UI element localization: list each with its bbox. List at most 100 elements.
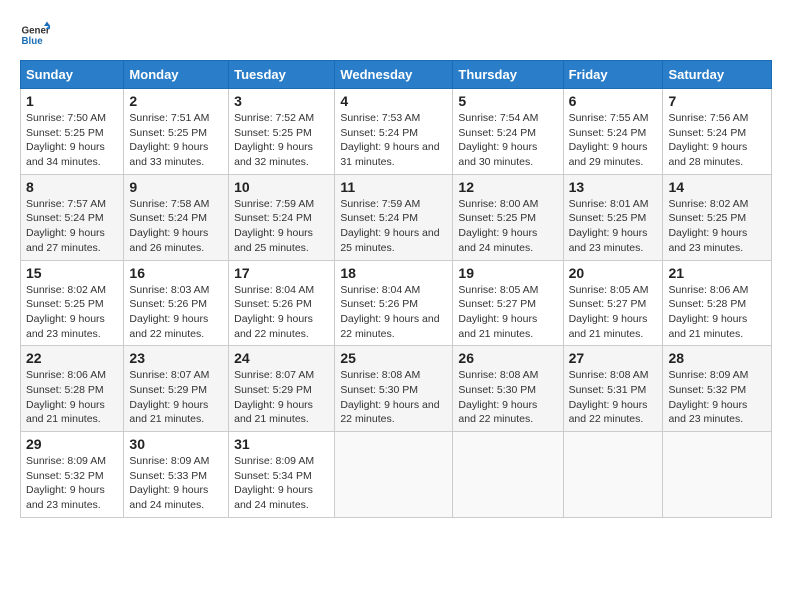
day-info: Sunrise: 8:07 AMSunset: 5:29 PMDaylight:… bbox=[129, 368, 223, 427]
calendar-cell: 13 Sunrise: 8:01 AMSunset: 5:25 PMDaylig… bbox=[563, 174, 663, 260]
page-header: General Blue bbox=[20, 20, 772, 50]
calendar-cell: 28 Sunrise: 8:09 AMSunset: 5:32 PMDaylig… bbox=[663, 346, 772, 432]
day-info: Sunrise: 8:09 AMSunset: 5:33 PMDaylight:… bbox=[129, 454, 223, 513]
day-number: 27 bbox=[569, 350, 658, 366]
calendar-week-row: 15 Sunrise: 8:02 AMSunset: 5:25 PMDaylig… bbox=[21, 260, 772, 346]
day-number: 16 bbox=[129, 265, 223, 281]
day-number: 24 bbox=[234, 350, 329, 366]
day-info: Sunrise: 7:56 AMSunset: 5:24 PMDaylight:… bbox=[668, 111, 766, 170]
day-info: Sunrise: 8:05 AMSunset: 5:27 PMDaylight:… bbox=[569, 283, 658, 342]
calendar-cell: 5 Sunrise: 7:54 AMSunset: 5:24 PMDayligh… bbox=[453, 89, 563, 175]
calendar-cell: 12 Sunrise: 8:00 AMSunset: 5:25 PMDaylig… bbox=[453, 174, 563, 260]
day-number: 12 bbox=[458, 179, 557, 195]
day-number: 29 bbox=[26, 436, 118, 452]
svg-text:General: General bbox=[22, 26, 51, 37]
calendar-week-row: 1 Sunrise: 7:50 AMSunset: 5:25 PMDayligh… bbox=[21, 89, 772, 175]
day-info: Sunrise: 7:58 AMSunset: 5:24 PMDaylight:… bbox=[129, 197, 223, 256]
calendar-cell: 10 Sunrise: 7:59 AMSunset: 5:24 PMDaylig… bbox=[229, 174, 335, 260]
day-number: 11 bbox=[340, 179, 447, 195]
calendar-cell: 6 Sunrise: 7:55 AMSunset: 5:24 PMDayligh… bbox=[563, 89, 663, 175]
day-number: 30 bbox=[129, 436, 223, 452]
day-info: Sunrise: 7:54 AMSunset: 5:24 PMDaylight:… bbox=[458, 111, 557, 170]
header-sunday: Sunday bbox=[21, 61, 124, 89]
day-number: 19 bbox=[458, 265, 557, 281]
day-info: Sunrise: 7:51 AMSunset: 5:25 PMDaylight:… bbox=[129, 111, 223, 170]
calendar-cell: 2 Sunrise: 7:51 AMSunset: 5:25 PMDayligh… bbox=[124, 89, 229, 175]
calendar-cell: 17 Sunrise: 8:04 AMSunset: 5:26 PMDaylig… bbox=[229, 260, 335, 346]
day-number: 9 bbox=[129, 179, 223, 195]
header-friday: Friday bbox=[563, 61, 663, 89]
day-info: Sunrise: 7:59 AMSunset: 5:24 PMDaylight:… bbox=[234, 197, 329, 256]
day-info: Sunrise: 8:09 AMSunset: 5:32 PMDaylight:… bbox=[668, 368, 766, 427]
day-number: 3 bbox=[234, 93, 329, 109]
day-number: 10 bbox=[234, 179, 329, 195]
day-number: 1 bbox=[26, 93, 118, 109]
day-info: Sunrise: 7:55 AMSunset: 5:24 PMDaylight:… bbox=[569, 111, 658, 170]
calendar-cell: 20 Sunrise: 8:05 AMSunset: 5:27 PMDaylig… bbox=[563, 260, 663, 346]
calendar-cell: 27 Sunrise: 8:08 AMSunset: 5:31 PMDaylig… bbox=[563, 346, 663, 432]
header-saturday: Saturday bbox=[663, 61, 772, 89]
calendar-cell: 3 Sunrise: 7:52 AMSunset: 5:25 PMDayligh… bbox=[229, 89, 335, 175]
calendar-cell bbox=[663, 432, 772, 518]
calendar-cell: 26 Sunrise: 8:08 AMSunset: 5:30 PMDaylig… bbox=[453, 346, 563, 432]
day-number: 4 bbox=[340, 93, 447, 109]
calendar-cell: 11 Sunrise: 7:59 AMSunset: 5:24 PMDaylig… bbox=[335, 174, 453, 260]
calendar-week-row: 8 Sunrise: 7:57 AMSunset: 5:24 PMDayligh… bbox=[21, 174, 772, 260]
day-info: Sunrise: 8:08 AMSunset: 5:30 PMDaylight:… bbox=[340, 368, 447, 427]
day-number: 14 bbox=[668, 179, 766, 195]
calendar-cell: 24 Sunrise: 8:07 AMSunset: 5:29 PMDaylig… bbox=[229, 346, 335, 432]
day-info: Sunrise: 7:53 AMSunset: 5:24 PMDaylight:… bbox=[340, 111, 447, 170]
header-wednesday: Wednesday bbox=[335, 61, 453, 89]
day-number: 18 bbox=[340, 265, 447, 281]
calendar-cell: 16 Sunrise: 8:03 AMSunset: 5:26 PMDaylig… bbox=[124, 260, 229, 346]
calendar-cell: 23 Sunrise: 8:07 AMSunset: 5:29 PMDaylig… bbox=[124, 346, 229, 432]
day-info: Sunrise: 8:09 AMSunset: 5:34 PMDaylight:… bbox=[234, 454, 329, 513]
calendar-cell bbox=[453, 432, 563, 518]
day-info: Sunrise: 7:59 AMSunset: 5:24 PMDaylight:… bbox=[340, 197, 447, 256]
day-number: 31 bbox=[234, 436, 329, 452]
day-info: Sunrise: 8:06 AMSunset: 5:28 PMDaylight:… bbox=[668, 283, 766, 342]
svg-text:Blue: Blue bbox=[22, 36, 44, 47]
calendar-cell: 29 Sunrise: 8:09 AMSunset: 5:32 PMDaylig… bbox=[21, 432, 124, 518]
day-info: Sunrise: 8:08 AMSunset: 5:31 PMDaylight:… bbox=[569, 368, 658, 427]
day-info: Sunrise: 7:50 AMSunset: 5:25 PMDaylight:… bbox=[26, 111, 118, 170]
day-info: Sunrise: 7:57 AMSunset: 5:24 PMDaylight:… bbox=[26, 197, 118, 256]
day-number: 17 bbox=[234, 265, 329, 281]
calendar-cell: 4 Sunrise: 7:53 AMSunset: 5:24 PMDayligh… bbox=[335, 89, 453, 175]
calendar-cell: 19 Sunrise: 8:05 AMSunset: 5:27 PMDaylig… bbox=[453, 260, 563, 346]
day-number: 13 bbox=[569, 179, 658, 195]
calendar-cell: 7 Sunrise: 7:56 AMSunset: 5:24 PMDayligh… bbox=[663, 89, 772, 175]
day-number: 21 bbox=[668, 265, 766, 281]
day-number: 25 bbox=[340, 350, 447, 366]
day-number: 20 bbox=[569, 265, 658, 281]
header-tuesday: Tuesday bbox=[229, 61, 335, 89]
calendar-cell: 30 Sunrise: 8:09 AMSunset: 5:33 PMDaylig… bbox=[124, 432, 229, 518]
day-info: Sunrise: 8:08 AMSunset: 5:30 PMDaylight:… bbox=[458, 368, 557, 427]
calendar-header-row: SundayMondayTuesdayWednesdayThursdayFrid… bbox=[21, 61, 772, 89]
day-number: 26 bbox=[458, 350, 557, 366]
calendar-cell bbox=[563, 432, 663, 518]
day-number: 2 bbox=[129, 93, 223, 109]
day-info: Sunrise: 8:06 AMSunset: 5:28 PMDaylight:… bbox=[26, 368, 118, 427]
day-info: Sunrise: 8:04 AMSunset: 5:26 PMDaylight:… bbox=[340, 283, 447, 342]
header-thursday: Thursday bbox=[453, 61, 563, 89]
logo: General Blue bbox=[20, 20, 54, 50]
day-info: Sunrise: 7:52 AMSunset: 5:25 PMDaylight:… bbox=[234, 111, 329, 170]
calendar-cell: 25 Sunrise: 8:08 AMSunset: 5:30 PMDaylig… bbox=[335, 346, 453, 432]
calendar-week-row: 22 Sunrise: 8:06 AMSunset: 5:28 PMDaylig… bbox=[21, 346, 772, 432]
day-number: 28 bbox=[668, 350, 766, 366]
calendar-cell: 8 Sunrise: 7:57 AMSunset: 5:24 PMDayligh… bbox=[21, 174, 124, 260]
day-info: Sunrise: 8:00 AMSunset: 5:25 PMDaylight:… bbox=[458, 197, 557, 256]
calendar-cell: 31 Sunrise: 8:09 AMSunset: 5:34 PMDaylig… bbox=[229, 432, 335, 518]
day-info: Sunrise: 8:01 AMSunset: 5:25 PMDaylight:… bbox=[569, 197, 658, 256]
header-monday: Monday bbox=[124, 61, 229, 89]
day-number: 7 bbox=[668, 93, 766, 109]
day-info: Sunrise: 8:05 AMSunset: 5:27 PMDaylight:… bbox=[458, 283, 557, 342]
calendar-cell: 18 Sunrise: 8:04 AMSunset: 5:26 PMDaylig… bbox=[335, 260, 453, 346]
day-number: 6 bbox=[569, 93, 658, 109]
calendar-week-row: 29 Sunrise: 8:09 AMSunset: 5:32 PMDaylig… bbox=[21, 432, 772, 518]
day-info: Sunrise: 8:02 AMSunset: 5:25 PMDaylight:… bbox=[26, 283, 118, 342]
day-number: 15 bbox=[26, 265, 118, 281]
calendar-cell: 14 Sunrise: 8:02 AMSunset: 5:25 PMDaylig… bbox=[663, 174, 772, 260]
day-info: Sunrise: 8:02 AMSunset: 5:25 PMDaylight:… bbox=[668, 197, 766, 256]
